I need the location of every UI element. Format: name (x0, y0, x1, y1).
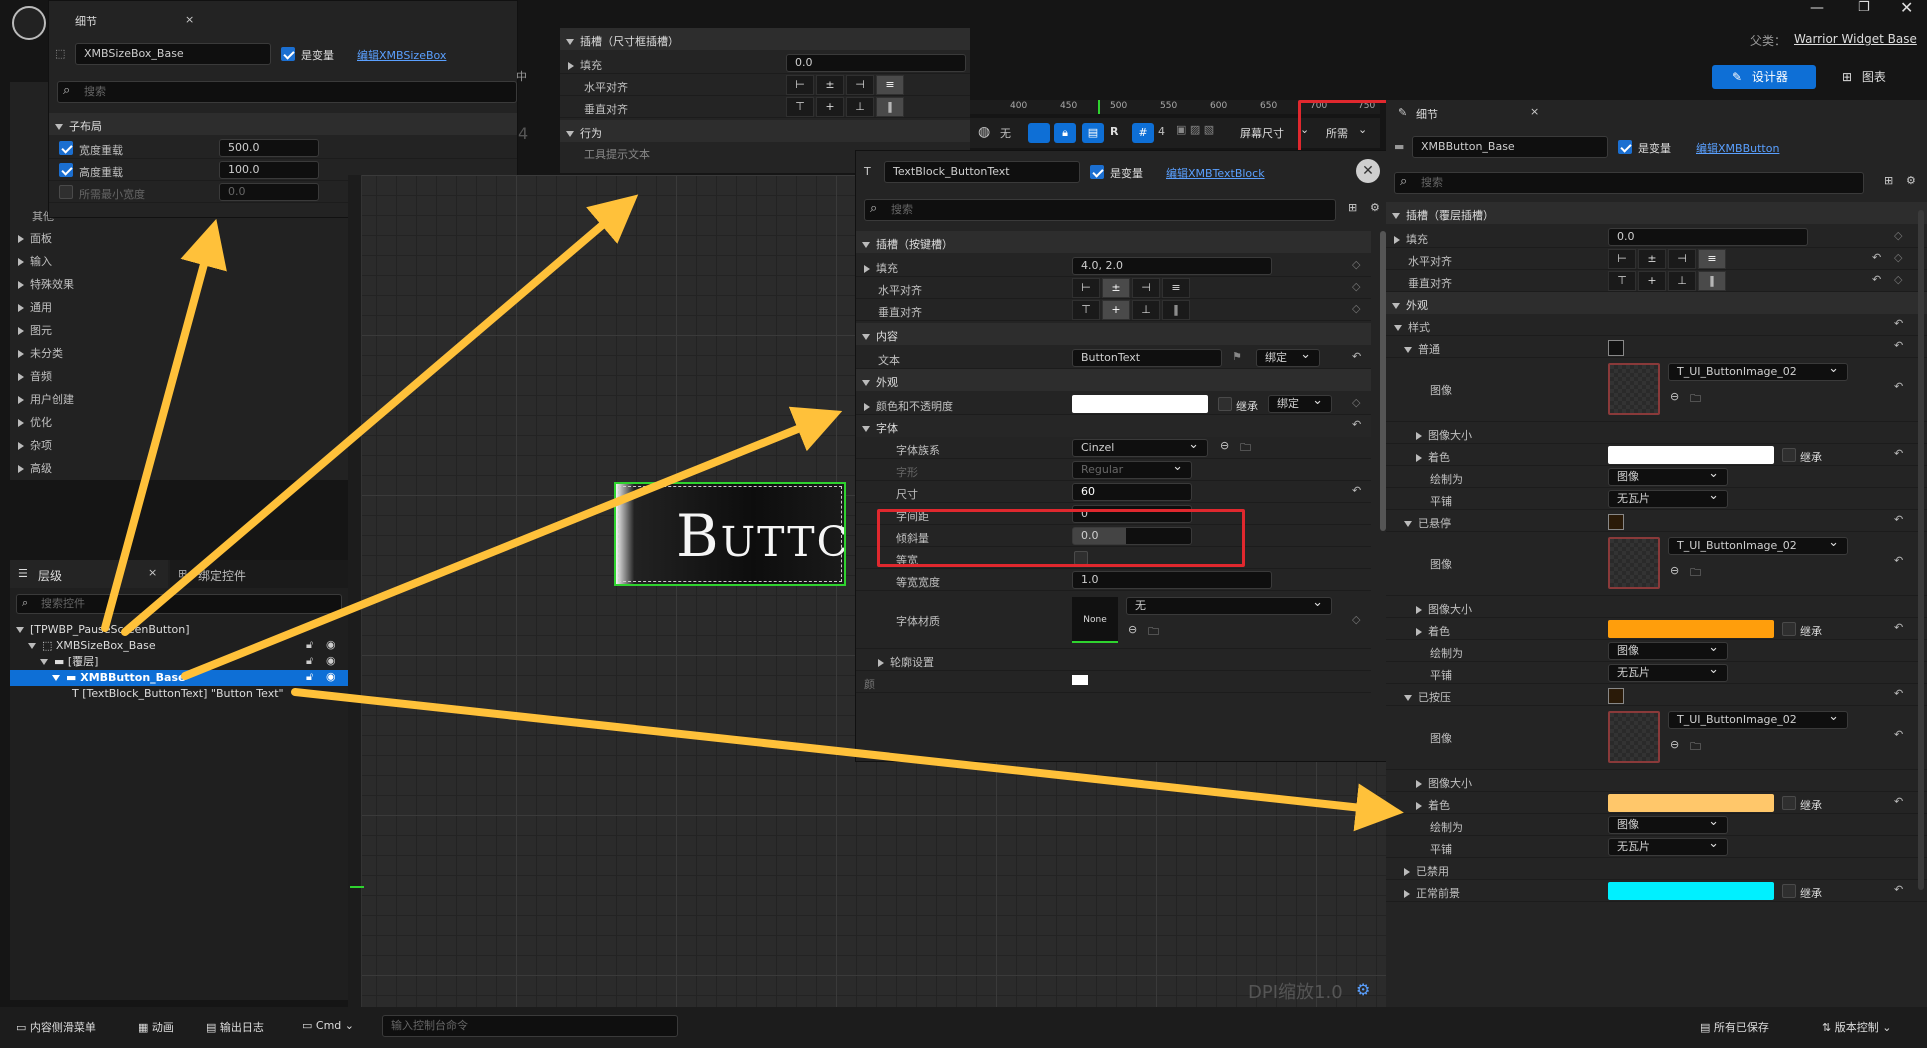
console-input[interactable]: 输入控制台命令 (382, 1015, 678, 1037)
content-drawer-button[interactable]: ▭ 内容侧滑菜单 (16, 1019, 96, 1035)
cmd-dropdown[interactable]: ▭ Cmd ⌄ (302, 1019, 354, 1032)
arrow-to-button-details (291, 688, 1404, 832)
arrow-to-appearance (181, 406, 843, 680)
version-control-button[interactable]: ⇅ 版本控制 ⌄ (1822, 1019, 1891, 1035)
status-bar: ▭ 内容侧滑菜单 ▦ 动画 ▤ 输出日志 ▭ Cmd ⌄ 输入控制台命令 ▤ 所… (0, 1007, 1927, 1048)
animation-button[interactable]: ▦ 动画 (138, 1019, 174, 1035)
save-all-button[interactable]: ▤ 所有已保存 (1700, 1019, 1769, 1035)
output-log-button[interactable]: ▤ 输出日志 (206, 1019, 264, 1035)
annotation-arrows (101, 194, 1404, 832)
